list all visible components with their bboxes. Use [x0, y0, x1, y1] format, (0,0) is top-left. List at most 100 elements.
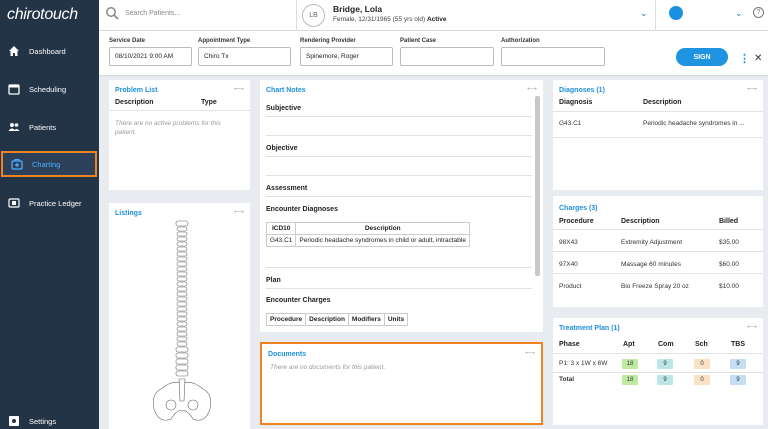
column-header: Procedure — [559, 218, 594, 225]
gear-icon — [9, 416, 19, 426]
column-header: Apt — [623, 341, 635, 348]
rendering-provider-field[interactable]: Spinemore, Roger — [300, 47, 393, 66]
more-options-icon[interactable]: ⋮ — [739, 52, 750, 65]
column-header: Modifiers — [347, 313, 385, 326]
expand-icon[interactable]: ⟷ — [234, 85, 244, 93]
sidebar-item-dashboard[interactable]: Dashboard — [0, 38, 99, 64]
column-header: Procedure — [265, 313, 307, 326]
com-count: 9 — [657, 359, 673, 369]
sidebar: chirotouch Dashboard Scheduling Patients… — [0, 0, 99, 429]
divider — [266, 288, 532, 289]
patient-header[interactable]: LB Bridge, Lola Female, 12/31/1965 (55 y… — [296, 0, 656, 31]
chevron-down-icon[interactable]: ⌄ — [640, 8, 648, 19]
sidebar-item-scheduling[interactable]: Scheduling — [0, 76, 99, 102]
service-date-label: Service Date — [109, 38, 146, 44]
encounter-diagnoses-heading: Encounter Diagnoses — [266, 206, 338, 213]
charge-procedure: Product — [559, 283, 582, 290]
com-count: 9 — [657, 375, 673, 385]
chart-notes-title: Chart Notes — [266, 87, 306, 94]
expand-icon[interactable]: ⟷ — [234, 208, 244, 216]
appointment-type-label: Appointment Type — [198, 38, 251, 44]
sidebar-item-charting[interactable]: Charting — [1, 151, 97, 177]
icd-code: G43.C1 — [265, 234, 297, 247]
listings-title: Listings — [115, 210, 142, 217]
sch-count: 0 — [694, 359, 710, 369]
total-label: Total — [559, 376, 575, 383]
diagnoses-title: Diagnoses (1) — [559, 87, 605, 94]
encounter-form-bar: Service Date 08/10/2021 9:00 AM Appointm… — [99, 31, 768, 76]
sidebar-item-label: Practice Ledger — [29, 198, 82, 208]
appointment-type-field[interactable]: Chiro Tx — [198, 47, 291, 66]
column-header: Description — [643, 99, 682, 106]
charge-description: Massage 60 minutes — [621, 261, 681, 268]
sign-button[interactable]: SIGN — [676, 48, 728, 66]
sidebar-item-settings[interactable]: Settings — [0, 408, 99, 429]
patient-name: Bridge, Lola — [333, 4, 383, 14]
table-row[interactable]: G43.C1 Periodic headache syndromes in chi… — [265, 234, 470, 247]
chirotouch-logo[interactable]: chirotouch — [7, 6, 78, 24]
divider — [553, 353, 763, 354]
charge-billed: $35.00 — [719, 239, 739, 246]
close-icon[interactable]: ✕ — [754, 53, 762, 64]
diagnosis-description: Periodic headache syndromes in ... — [643, 120, 745, 127]
column-header: Type — [201, 99, 217, 106]
spine-diagram[interactable] — [149, 219, 215, 429]
column-header: Units — [383, 313, 409, 326]
search-icon — [106, 7, 119, 20]
diagnosis-description: Periodic headache syndromes in child or … — [295, 234, 470, 247]
chevron-down-icon[interactable]: ⌄ — [735, 8, 743, 19]
column-header: Description — [295, 222, 470, 235]
expand-icon[interactable]: ⟷ — [747, 85, 757, 93]
column-header: Billed — [719, 218, 739, 225]
patient-case-field[interactable] — [400, 47, 494, 66]
expand-icon[interactable]: ⟷ — [747, 323, 757, 331]
divider — [553, 229, 763, 230]
column-header: Diagnosis — [559, 99, 593, 106]
patient-avatar: LB — [302, 4, 325, 27]
divider — [109, 110, 250, 111]
divider — [553, 372, 763, 373]
documents-card: Documents ⟷ There are no documents for t… — [260, 342, 543, 425]
diagnoses-card: Diagnoses (1) ⟷ Diagnosis Description G4… — [553, 80, 763, 190]
charge-billed: $60.00 — [719, 261, 739, 268]
expand-icon[interactable]: ⟷ — [527, 85, 537, 93]
authorization-label: Authorization — [501, 38, 540, 44]
sch-count: 0 — [694, 375, 710, 385]
divider — [553, 111, 763, 112]
apt-count: 18 — [622, 375, 638, 385]
column-header: Com — [658, 341, 674, 348]
sidebar-item-label: Dashboard — [29, 46, 66, 56]
divider — [266, 116, 532, 117]
treatment-plan-title: Treatment Plan (1) — [559, 325, 620, 332]
column-header: Sch — [695, 341, 708, 348]
column-header: ICD10 — [265, 222, 297, 235]
search-input[interactable]: Search Patients... — [125, 10, 180, 17]
home-icon — [9, 46, 19, 56]
service-date-field[interactable]: 08/10/2021 9:00 AM — [109, 47, 192, 66]
apt-count: 18 — [622, 359, 638, 369]
top-bar: Search Patients... LB Bridge, Lola Femal… — [99, 0, 768, 31]
diagnosis-code: G43.C1 — [559, 120, 582, 127]
sidebar-item-label: Settings — [29, 416, 57, 426]
phase-label: P1: 3 x 1W x 6W — [559, 360, 608, 367]
sidebar-item-patients[interactable]: Patients — [0, 114, 99, 140]
user-avatar-icon[interactable] — [669, 6, 683, 20]
subjective-heading: Subjective — [266, 105, 302, 112]
assessment-heading: Assessment — [266, 185, 308, 192]
column-header: Description — [305, 313, 349, 326]
documents-title: Documents — [268, 351, 307, 358]
divider — [266, 267, 532, 268]
treatment-plan-card: Treatment Plan (1) ⟷ Phase Apt Com Sch T… — [553, 318, 763, 425]
listings-card: Listings ⟷ — [109, 203, 250, 429]
expand-icon[interactable]: ⟷ — [525, 349, 535, 357]
patient-search[interactable]: Search Patients... — [105, 6, 180, 20]
divider — [553, 137, 763, 138]
scrollbar[interactable] — [535, 96, 540, 276]
help-icon[interactable]: ? — [753, 7, 764, 18]
patient-info: Female, 12/31/1965 (55 yrs old) Active — [333, 16, 446, 23]
encounter-diagnoses-table: ICD10 Description G43.C1 Periodic headache… — [265, 222, 470, 247]
chart-notes-card: Chart Notes ⟷ Subjective Objective Asses… — [260, 80, 543, 332]
sidebar-item-practice-ledger[interactable]: Practice Ledger — [0, 190, 99, 216]
authorization-field[interactable] — [501, 47, 605, 66]
divider — [266, 156, 532, 157]
